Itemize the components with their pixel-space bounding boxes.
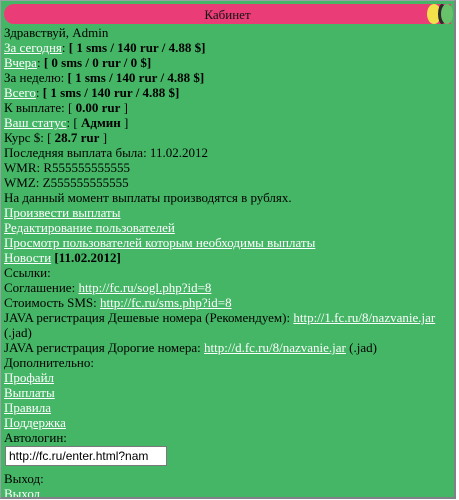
week-value: [ 1 sms / 140 rur / 4.88 $] — [67, 70, 205, 85]
status-end: ] — [124, 115, 129, 130]
rate-value: 28.7 rur — [54, 130, 100, 145]
rate-end: ] — [102, 130, 108, 145]
rate-label: Курс $: [ — [4, 130, 52, 145]
autologin-input[interactable]: http://fc.ru/enter.html?nam — [5, 446, 167, 466]
stat-week: За неделю: [ 1 sms / 140 rur / 4.88 $] — [4, 70, 450, 85]
java-cheap-link[interactable]: http://1.fc.ru/8/nazvanie.jar — [293, 310, 435, 325]
news-date: [11.02.2012] — [54, 250, 121, 265]
payouts-link[interactable]: Выплаты — [4, 385, 55, 400]
links-heading: Ссылки: — [4, 265, 51, 280]
wmz-wallet: WMZ: Z555555555555 — [4, 175, 129, 190]
total-value: [ 1 sms / 140 rur / 4.88 $] — [42, 85, 180, 100]
autologin-label: Автологин: — [4, 430, 67, 445]
java-exp-suffix: (.jad) — [349, 340, 377, 355]
sms-cost-link[interactable]: http://fc.ru/sms.php?id=8 — [100, 295, 232, 310]
java-exp-row: JAVA регистрация Дорогие номера: http://… — [4, 340, 450, 355]
stat-today: За сегодня: [ 1 sms / 140 rur / 4.88 $] — [4, 40, 206, 55]
sms-cost-label: Стоимость SMS: — [4, 295, 97, 310]
today-value: [ 1 sms / 140 rur / 4.88 $] — [68, 40, 206, 55]
window-dots-icon — [427, 4, 453, 24]
profile-link[interactable]: Профайл — [4, 370, 54, 385]
payout-end: ] — [123, 100, 128, 115]
java-exp-label: JAVA регистрация Дорогие номера: — [4, 340, 201, 355]
status-row: Ваш статус: [ Админ ] — [4, 115, 450, 130]
greeting: Здравствуй, Admin — [4, 25, 109, 40]
rules-link[interactable]: Правила — [4, 400, 51, 415]
stat-yesterday: Вчера: [ 0 sms / 0 rur / 0 $] — [4, 55, 152, 70]
stat-total: Всего: [ 1 sms / 140 rur / 4.88 $] — [4, 85, 180, 100]
content: Здравствуй, Admin За сегодня: [ 1 sms / … — [4, 25, 450, 497]
payout-users-link[interactable]: Просмотр пользователей которым необходим… — [4, 235, 315, 250]
payout-row: К выплате: [ 0.00 rur ] — [4, 100, 450, 115]
java-cheap-suffix: (.jad) — [4, 325, 32, 340]
today-link[interactable]: За сегодня — [4, 40, 62, 55]
status-value: Админ — [80, 115, 121, 130]
rate-row: Курс $: [ 28.7 rur ] — [4, 130, 450, 145]
agreement-row: Соглашение: http://fc.ru/sogl.php?id=8 — [4, 280, 450, 295]
last-payout: Последняя выплата была: 11.02.2012 — [4, 145, 208, 160]
agreement-label: Соглашение: — [4, 280, 76, 295]
support-link[interactable]: Поддержка — [4, 415, 66, 430]
news-row: Новости [11.02.2012] — [4, 250, 450, 265]
sms-cost-row: Стоимость SMS: http://fc.ru/sms.php?id=8 — [4, 295, 450, 310]
wmr-wallet: WMR: R555555555555 — [4, 160, 131, 175]
status-link[interactable]: Ваш статус — [4, 115, 67, 130]
payout-label: К выплате: [ — [4, 100, 73, 115]
java-exp-link[interactable]: http://d.fc.ru/8/nazvanie.jar — [204, 340, 346, 355]
yesterday-link[interactable]: Вчера — [4, 55, 37, 70]
news-link[interactable]: Новости — [4, 250, 51, 265]
week-label: За неделю: — [4, 70, 65, 85]
page-title: Кабинет — [204, 7, 251, 22]
java-cheap-label: JAVA регистрация Дешевые номера (Рекомен… — [4, 310, 291, 325]
yesterday-value: [ 0 sms / 0 rur / 0 $] — [43, 55, 152, 70]
extra-heading: Дополнительно: — [4, 355, 94, 370]
total-link[interactable]: Всего — [4, 85, 36, 100]
cabinet-panel: Кабинет Здравствуй, Admin За сегодня: [ … — [0, 0, 456, 499]
java-cheap-row: JAVA регистрация Дешевые номера (Рекомен… — [4, 310, 450, 340]
status-pre: : [ — [66, 115, 78, 130]
payout-notice: На данный момент выплаты производятся в … — [4, 190, 292, 205]
logout-label: Выход: — [4, 471, 44, 486]
make-payout-link[interactable]: Произвести выплаты — [4, 205, 120, 220]
title-bar: Кабинет — [4, 4, 453, 24]
payout-value: 0.00 rur — [75, 100, 121, 115]
agreement-link[interactable]: http://fc.ru/sogl.php?id=8 — [78, 280, 211, 295]
edit-users-link[interactable]: Редактирование пользователей — [4, 220, 175, 235]
logout-link[interactable]: Выход — [4, 486, 40, 497]
